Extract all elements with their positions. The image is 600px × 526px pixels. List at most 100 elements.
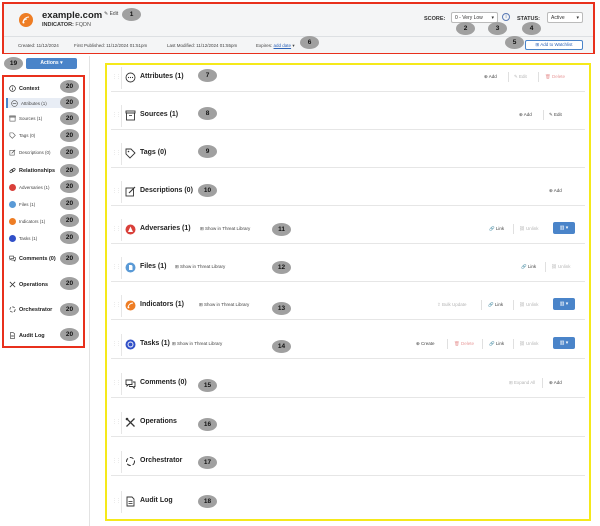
score-label: SCORE: — [424, 16, 446, 22]
columns-menu-button[interactable]: ▥ ▾ — [553, 298, 575, 310]
sidebar-heading-audit-log[interactable]: Audit Log — [9, 332, 45, 339]
unlink-button[interactable]: ⛓ Unlink — [551, 264, 570, 270]
drag-handle-icon[interactable]: ⋮⋮ — [112, 380, 121, 386]
section-title[interactable]: Descriptions (0) — [140, 187, 193, 194]
section-title[interactable]: Files (1) — [140, 263, 166, 270]
edit-title-link[interactable]: ✎ Edit — [104, 11, 118, 17]
section-divider — [121, 257, 122, 279]
score-select[interactable]: 0 - Very Low ▾ — [451, 12, 498, 23]
add-button[interactable]: ⊕ Add — [484, 74, 497, 80]
marker-3: 3 — [488, 22, 507, 35]
indicator-type-value: FQDN — [75, 22, 92, 28]
columns-menu-button[interactable]: ▥ ▾ — [553, 222, 575, 234]
section-title[interactable]: Attributes (1) — [140, 73, 184, 80]
drag-handle-icon[interactable]: ⋮⋮ — [112, 112, 121, 118]
marker-20: 20 — [60, 328, 79, 341]
section-title[interactable]: Indicators (1) — [140, 301, 184, 308]
drag-handle-icon[interactable]: ⋮⋮ — [112, 188, 121, 194]
comments-icon — [9, 255, 16, 262]
indicator-icon — [125, 300, 136, 311]
add-button[interactable]: ⊕ Add — [549, 380, 562, 386]
section-indicators: ⋮⋮ Indicators (1) ⊞ Show in Threat Libra… — [111, 292, 585, 320]
sidebar-item-label: Tasks (1) — [19, 236, 38, 241]
section-divider — [121, 295, 122, 317]
sidebar-heading-context-label: Context — [19, 85, 40, 92]
sidebar-heading-orchestrator[interactable]: Orchestrator — [9, 306, 52, 313]
section-title[interactable]: Sources (1) — [140, 111, 178, 118]
link-button[interactable]: 🔗 Link — [521, 264, 536, 270]
drag-handle-icon[interactable]: ⋮⋮ — [112, 458, 121, 464]
section-title[interactable]: Audit Log — [140, 497, 173, 504]
create-button[interactable]: ⊕ Create — [416, 341, 435, 347]
section-adversaries: ⋮⋮ Adversaries (1) ⊞ Show in Threat Libr… — [111, 216, 585, 244]
sidebar-heading-comments[interactable]: Comments (0) — [9, 255, 56, 262]
sidebar-item-adversaries[interactable]: Adversaries (1) — [9, 184, 50, 191]
columns-menu-button[interactable]: ▥ ▾ — [553, 337, 575, 349]
info-icon — [9, 85, 16, 92]
sidebar-heading-context[interactable]: Context — [9, 85, 39, 92]
drag-handle-icon[interactable]: ⋮⋮ — [112, 264, 121, 270]
sidebar-heading-comments-label: Comments (0) — [19, 255, 56, 262]
drag-handle-icon[interactable]: ⋮⋮ — [112, 498, 121, 504]
section-title[interactable]: Comments (0) — [140, 379, 187, 386]
add-expiry-date-link[interactable]: add date — [274, 43, 292, 48]
section-title[interactable]: Tags (0) — [140, 149, 166, 156]
sidebar-item-files[interactable]: Files (1) — [9, 201, 35, 208]
toolbar-separator — [538, 72, 539, 82]
expand-all-button[interactable]: ⊞ Expand All — [509, 380, 535, 386]
section-audit-log: ⋮⋮ Audit Log — [111, 488, 585, 516]
drag-handle-icon[interactable]: ⋮⋮ — [112, 419, 121, 425]
marker-16: 16 — [198, 418, 217, 431]
drag-handle-icon[interactable]: ⋮⋮ — [112, 302, 121, 308]
link-label: Link — [495, 226, 505, 231]
unlink-button[interactable]: ⛓ Unlink — [519, 302, 538, 308]
section-title[interactable]: Operations — [140, 418, 177, 425]
section-title[interactable]: Adversaries (1) — [140, 225, 191, 232]
indicator-type-line: INDICATOR: FQDN — [42, 22, 91, 28]
task-icon — [9, 235, 16, 242]
show-in-threat-library-link[interactable]: ⊞ Show in Threat Library — [175, 264, 225, 270]
sidebar-item-descriptions[interactable]: Descriptions (0) — [9, 149, 51, 156]
add-button[interactable]: ⊕ Add — [519, 112, 532, 118]
bulk-update-button[interactable]: ⇪ Bulk Update — [437, 302, 467, 308]
show-in-threat-library-link[interactable]: ⊞ Show in Threat Library — [172, 341, 222, 347]
chevron-down-icon[interactable]: ▾ — [292, 43, 294, 48]
marker-8: 8 — [198, 107, 217, 120]
sidebar-heading-operations[interactable]: Operations — [9, 281, 48, 288]
delete-button[interactable]: 🗑 Delete — [454, 341, 474, 347]
drag-handle-icon[interactable]: ⋮⋮ — [112, 74, 121, 80]
actions-button[interactable]: Actions ▾ — [26, 58, 77, 69]
section-descriptions: ⋮⋮ Descriptions (0) ⊕ Add — [111, 178, 585, 206]
edit-button[interactable]: ✎ Edit — [514, 74, 527, 80]
show-in-threat-library-link[interactable]: ⊞ Show in Threat Library — [200, 226, 250, 232]
sidebar-item-sources[interactable]: Sources (1) — [9, 115, 42, 122]
marker-12: 12 — [272, 261, 291, 274]
add-button[interactable]: ⊕ Add — [549, 188, 562, 194]
edit-button[interactable]: ✎ Edit — [549, 112, 562, 118]
status-select[interactable]: Active ▾ — [547, 12, 583, 23]
section-divider — [121, 373, 122, 395]
delete-button[interactable]: 🗑 Delete — [545, 74, 565, 80]
link-button[interactable]: 🔗 Link — [489, 226, 504, 232]
marker-19: 19 — [4, 57, 23, 70]
attributes-icon — [11, 99, 18, 107]
info-icon[interactable]: i — [502, 13, 510, 21]
show-in-threat-library-link[interactable]: ⊞ Show in Threat Library — [199, 302, 249, 308]
score-value: 0 - Very Low — [455, 15, 483, 21]
sidebar-heading-relationships[interactable]: Relationships — [9, 167, 55, 174]
add-to-watchlist-button[interactable]: ⊞ Add to Watchlist — [525, 40, 583, 50]
sidebar-item-tasks[interactable]: Tasks (1) — [9, 235, 37, 242]
sidebar-item-indicators[interactable]: Indicators (1) — [9, 218, 45, 225]
section-title[interactable]: Orchestrator — [140, 457, 182, 464]
link-button[interactable]: 🔗 Link — [489, 341, 504, 347]
link-button[interactable]: 🔗 Link — [488, 302, 503, 308]
section-title[interactable]: Tasks (1) — [140, 340, 170, 347]
unlink-button[interactable]: ⛓ Unlink — [519, 341, 538, 347]
drag-handle-icon[interactable]: ⋮⋮ — [112, 226, 121, 232]
sidebar-item-tags[interactable]: Tags (0) — [9, 132, 35, 139]
unlink-button[interactable]: ⛓ Unlink — [519, 226, 538, 232]
drag-handle-icon[interactable]: ⋮⋮ — [112, 341, 121, 347]
drag-handle-icon[interactable]: ⋮⋮ — [112, 150, 121, 156]
link-label: Link — [494, 302, 504, 307]
created-date: Created: 11/12/2024 — [18, 43, 59, 48]
